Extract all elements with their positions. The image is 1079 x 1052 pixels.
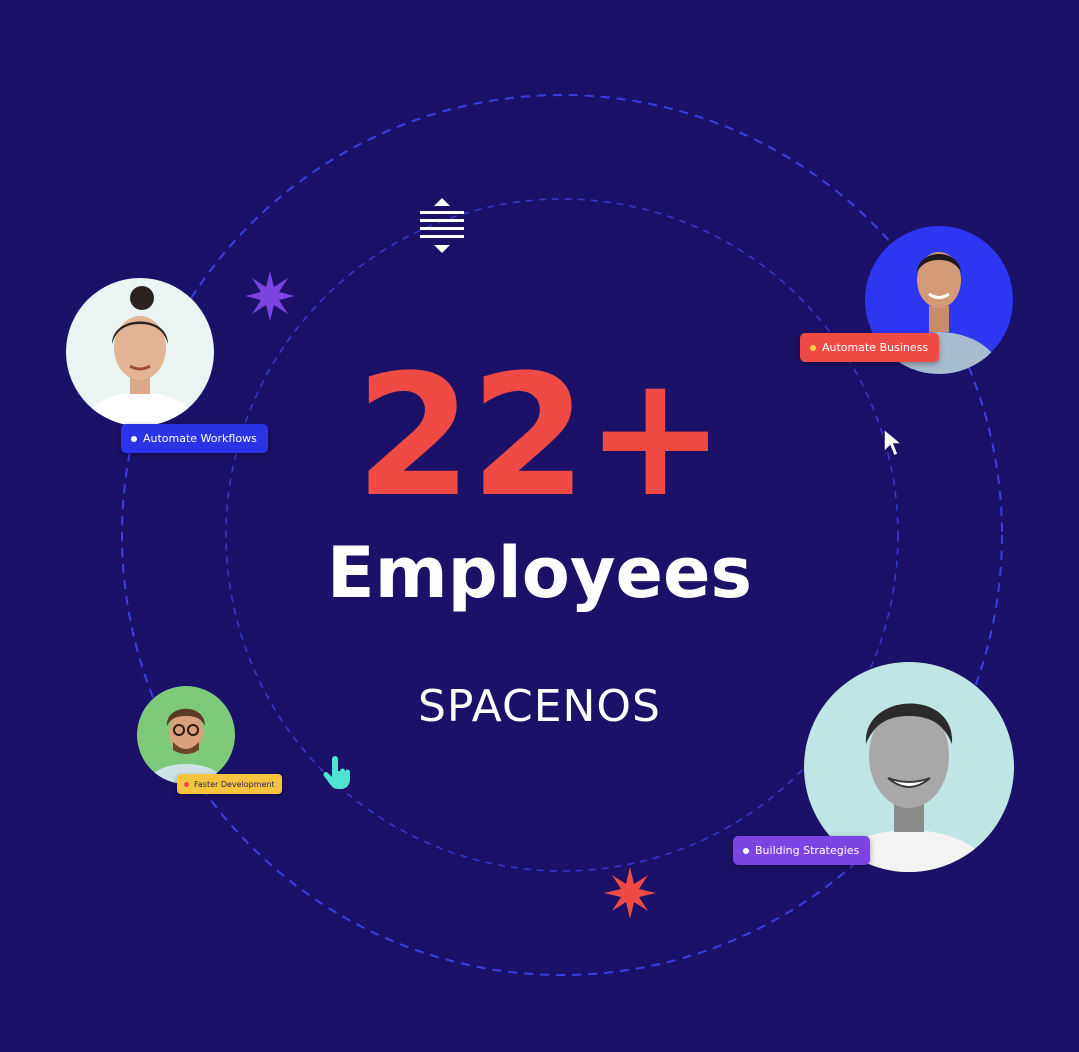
- expand-vertical-icon: [420, 198, 464, 253]
- hand-pointer-icon: [323, 756, 350, 789]
- badge-label: Faster Development: [194, 779, 275, 789]
- headline: Employees: [326, 532, 753, 614]
- employee-count: 22+: [355, 338, 726, 534]
- canvas: Automate Workflows Automate Business Fas…: [0, 0, 1079, 1052]
- badge-dot: [810, 344, 816, 351]
- badge-dot: [743, 847, 749, 854]
- brand-name: SPACENOS: [418, 681, 661, 732]
- sparkle-star-icon: [604, 867, 656, 919]
- badge-faster-development: Faster Development: [177, 774, 282, 794]
- badge-building-strategies: Building Strategies: [733, 836, 871, 865]
- badge-dot: [184, 781, 189, 787]
- sparkle-star-icon: [245, 271, 295, 321]
- badge-label: Building Strategies: [755, 844, 860, 857]
